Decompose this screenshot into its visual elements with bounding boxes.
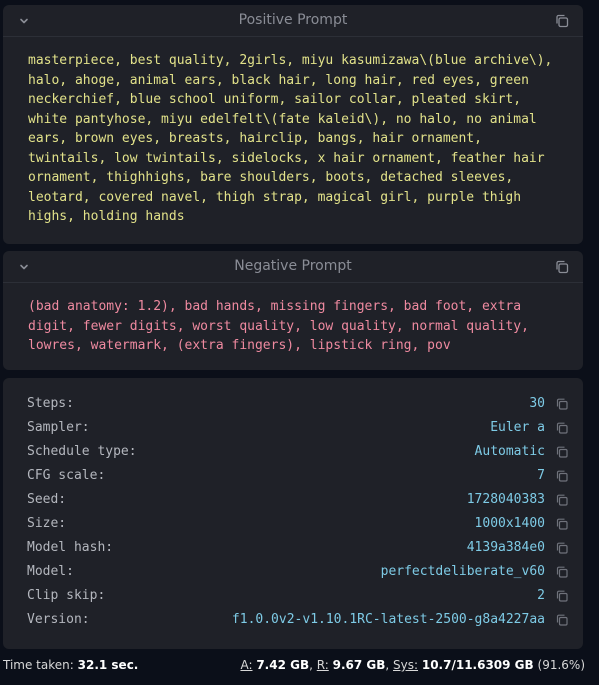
param-row-version: Version: f1.0.0v2-v1.10.1RC-latest-2500-… [27,609,569,633]
param-row-seed: Seed: 1728040383 [27,489,569,513]
param-row-schedule-type: Schedule type: Automatic [27,441,569,465]
copy-icon[interactable] [555,589,569,603]
param-value[interactable]: 30 [529,396,545,411]
time-taken-value: 32.1 sec. [77,658,139,672]
mem-sys-percent: (91.6%) [537,658,585,672]
copy-icon[interactable] [555,445,569,459]
memory-stats: A: 7.42 GB, R: 9.67 GB, Sys: 10.7/11.630… [240,658,585,672]
param-row-sampler: Sampler: Euler a [27,417,569,441]
param-row-clip-skip: Clip skip: 2 [27,585,569,609]
param-value[interactable]: 4139a384e0 [467,540,545,555]
positive-prompt-header[interactable]: Positive Prompt [3,5,583,37]
copy-icon[interactable] [555,613,569,627]
param-row-steps: Steps: 30 [27,393,569,417]
mem-sys-label: Sys: [393,658,419,672]
copy-icon[interactable] [555,493,569,507]
param-label: Seed: [27,492,67,507]
mem-r-label: R: [316,658,329,672]
negative-prompt-header[interactable]: Negative Prompt [3,251,583,283]
param-label: Steps: [27,396,74,411]
param-value[interactable]: 1728040383 [467,492,545,507]
time-taken-label: Time taken: [3,658,74,672]
param-label: Clip skip: [27,588,106,603]
time-taken: Time taken: 32.1 sec. [3,658,138,672]
mem-a-label: A: [240,658,253,672]
copy-icon[interactable] [555,565,569,579]
param-label: Size: [27,516,67,531]
param-row-size: Size: 1000x1400 [27,513,569,537]
status-footer: Time taken: 32.1 sec. A: 7.42 GB, R: 9.6… [0,653,599,679]
param-value[interactable]: 1000x1400 [475,516,545,531]
param-value[interactable]: 7 [537,468,545,483]
param-row-cfg-scale: CFG scale: 7 [27,465,569,489]
param-label: Schedule type: [27,444,137,459]
param-label: Model: [27,564,74,579]
param-label: Model hash: [27,540,114,555]
param-label: CFG scale: [27,468,106,483]
copy-icon[interactable] [554,13,570,29]
param-label: Sampler: [27,420,90,435]
generation-params-panel: Steps: 30 Sampler: Euler a Schedule type… [3,378,583,649]
copy-icon[interactable] [555,397,569,411]
param-value[interactable]: f1.0.0v2-v1.10.1RC-latest-2500-g8a4227aa [232,612,545,627]
param-row-model-hash: Model hash: 4139a384e0 [27,537,569,561]
param-value[interactable]: perfectdeliberate_v60 [381,564,545,579]
positive-prompt-text[interactable]: masterpiece, best quality, 2girls, miyu … [3,37,583,227]
negative-prompt-text[interactable]: (bad anatomy: 1.2), bad hands, missing f… [3,283,583,356]
mem-a-value: 7.42 GB [256,658,310,672]
param-value[interactable]: 2 [537,588,545,603]
copy-icon[interactable] [555,421,569,435]
param-row-model: Model: perfectdeliberate_v60 [27,561,569,585]
mem-sys-value: 10.7/11.6309 GB [421,658,534,672]
positive-prompt-title: Positive Prompt [238,12,348,28]
param-value[interactable]: Euler a [490,420,545,435]
copy-icon[interactable] [555,469,569,483]
copy-icon[interactable] [555,541,569,555]
negative-prompt-panel: Negative Prompt (bad anatomy: 1.2), bad … [3,251,583,370]
positive-prompt-panel: Positive Prompt masterpiece, best qualit… [3,5,583,244]
param-value[interactable]: Automatic [475,444,545,459]
copy-icon[interactable] [555,517,569,531]
copy-icon[interactable] [554,259,570,275]
mem-r-value: 9.67 GB [332,658,386,672]
negative-prompt-title: Negative Prompt [234,258,352,274]
param-label: Version: [27,612,90,627]
